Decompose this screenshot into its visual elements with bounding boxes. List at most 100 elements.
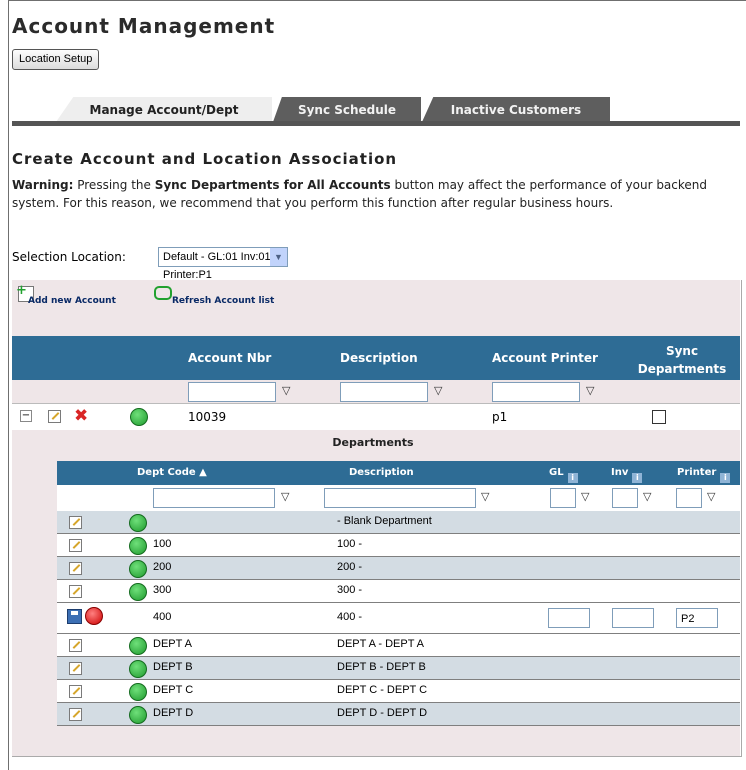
dept-code-cell: 100 [153, 538, 172, 550]
selection-location-label: Selection Location: [12, 250, 126, 264]
header-dept-code-label: Dept Code [137, 467, 196, 478]
dept-code-cell: 200 [153, 561, 172, 573]
printer-filter-input[interactable] [492, 382, 580, 402]
header-account-printer[interactable]: Account Printer [492, 351, 598, 365]
gl-edit-input[interactable] [548, 608, 590, 628]
header-gl[interactable]: GL i [549, 467, 578, 483]
tab-sync-schedule[interactable]: Sync Schedule [273, 97, 421, 122]
departments-header: Dept Code ▲ Description GL i Inv i Printer… [57, 461, 740, 485]
edit-icon[interactable] [69, 539, 82, 552]
edit-icon[interactable] [69, 685, 82, 698]
account-nbr-cell: 10039 [188, 410, 227, 424]
filter-icon[interactable]: ▽ [282, 384, 290, 397]
department-row: DEPT D DEPT D - DEPT D [57, 703, 740, 726]
status-icon [129, 660, 147, 678]
printer-edit-input[interactable]: P2 [676, 608, 718, 628]
dept-description-cell: DEPT D - DEPT D [337, 707, 428, 719]
save-icon[interactable] [67, 609, 82, 624]
dept-description-cell: 100 - [337, 538, 363, 550]
header-account-nbr[interactable]: Account Nbr [188, 351, 271, 365]
tab-bar-underline [12, 121, 740, 126]
edit-icon[interactable] [69, 516, 82, 529]
collapse-icon[interactable]: − [20, 410, 32, 422]
status-icon [129, 706, 147, 724]
dept-code-cell: 400 [153, 611, 172, 623]
header-inv[interactable]: Inv i [611, 467, 643, 483]
sync-departments-checkbox[interactable] [652, 410, 666, 424]
header-dept-description[interactable]: Description [349, 467, 414, 478]
inv-filter-input[interactable] [612, 488, 638, 508]
status-icon [129, 537, 147, 555]
dept-code-filter-input[interactable] [153, 488, 275, 508]
status-icon [129, 583, 147, 601]
accounts-filter-row: ▽ ▽ ▽ [12, 380, 740, 403]
dept-code-cell: DEPT D [153, 707, 194, 719]
header-printer[interactable]: Printer i [677, 467, 731, 483]
selection-location-select[interactable]: Default - GL:01 Inv:01 Printer:P1 ▼ [158, 247, 288, 281]
filter-icon[interactable]: ▽ [434, 384, 442, 397]
delete-icon[interactable]: ✖ [74, 406, 88, 426]
tab-manage-account-dept[interactable]: Manage Account/Dept [56, 97, 272, 122]
header-sync-departments[interactable]: Sync Departments [632, 342, 732, 378]
filter-icon[interactable]: ▽ [281, 490, 289, 503]
dept-code-cell: 300 [153, 584, 172, 596]
location-setup-button[interactable]: Location Setup [12, 49, 100, 70]
filter-icon[interactable]: ▽ [707, 490, 715, 503]
dept-description-cell: 300 - [337, 584, 363, 596]
header-gl-label: GL [549, 467, 564, 478]
edit-icon[interactable] [69, 662, 82, 675]
dept-description-cell: - Blank Department [337, 515, 432, 527]
sort-ascending-icon: ▲ [199, 467, 207, 478]
header-dept-code[interactable]: Dept Code ▲ [137, 467, 207, 478]
filter-icon[interactable]: ▽ [581, 490, 589, 503]
dept-description-filter-input[interactable] [324, 488, 476, 508]
inv-edit-input[interactable] [612, 608, 654, 628]
info-icon[interactable]: i [632, 473, 643, 483]
edit-icon[interactable] [69, 562, 82, 575]
chevron-down-icon[interactable]: ▼ [270, 248, 287, 266]
status-icon [129, 637, 147, 655]
warning-message: Warning: Pressing the Sync Departments f… [12, 176, 740, 212]
status-icon [129, 683, 147, 701]
dept-description-cell: DEPT A - DEPT A [337, 638, 425, 650]
account-row: − ✖ 10039 p1 [12, 403, 740, 431]
header-description[interactable]: Description [340, 351, 418, 365]
status-icon [129, 514, 147, 532]
edit-icon[interactable] [69, 708, 82, 721]
gl-filter-input[interactable] [550, 488, 576, 508]
departments-caption: Departments [332, 436, 414, 449]
filter-icon[interactable]: ▽ [481, 490, 489, 503]
filter-icon[interactable]: ▽ [586, 384, 594, 397]
info-icon[interactable]: i [720, 473, 731, 483]
grid-toolbar: + Add new Account Refresh Account list [12, 280, 740, 336]
dept-code-cell: DEPT C [153, 684, 194, 696]
warning-label: Warning: [12, 178, 74, 192]
department-row: DEPT B DEPT B - DEPT B [57, 657, 740, 680]
refresh-account-list-link[interactable]: Refresh Account list [172, 296, 274, 306]
filter-icon[interactable]: ▽ [643, 490, 651, 503]
status-icon [129, 560, 147, 578]
department-row-editing: 400 400 - P2 [57, 603, 740, 634]
department-row: - Blank Department [57, 511, 740, 534]
info-icon[interactable]: i [567, 473, 578, 483]
warning-text-1: Pressing the [73, 178, 155, 192]
dept-description-cell: 400 - [337, 611, 363, 623]
tab-inactive-customers[interactable]: Inactive Customers [422, 97, 610, 122]
refresh-icon[interactable] [154, 286, 172, 300]
section-heading: Create Account and Location Association [12, 150, 398, 168]
cancel-icon[interactable] [85, 607, 103, 625]
header-printer-label: Printer [677, 467, 717, 478]
account-nbr-filter-input[interactable] [188, 382, 276, 402]
add-new-account-link[interactable]: Add new Account [28, 296, 116, 306]
department-row: 100 100 - [57, 534, 740, 557]
department-row: DEPT C DEPT C - DEPT C [57, 680, 740, 703]
edit-icon[interactable] [69, 639, 82, 652]
printer-filter-input[interactable] [676, 488, 702, 508]
edit-icon[interactable] [69, 585, 82, 598]
header-inv-label: Inv [611, 467, 629, 478]
dept-description-cell: DEPT B - DEPT B [337, 661, 426, 673]
description-filter-input[interactable] [340, 382, 428, 402]
dept-description-cell: DEPT C - DEPT C [337, 684, 428, 696]
department-row: 300 300 - [57, 580, 740, 603]
edit-icon[interactable] [48, 410, 61, 423]
